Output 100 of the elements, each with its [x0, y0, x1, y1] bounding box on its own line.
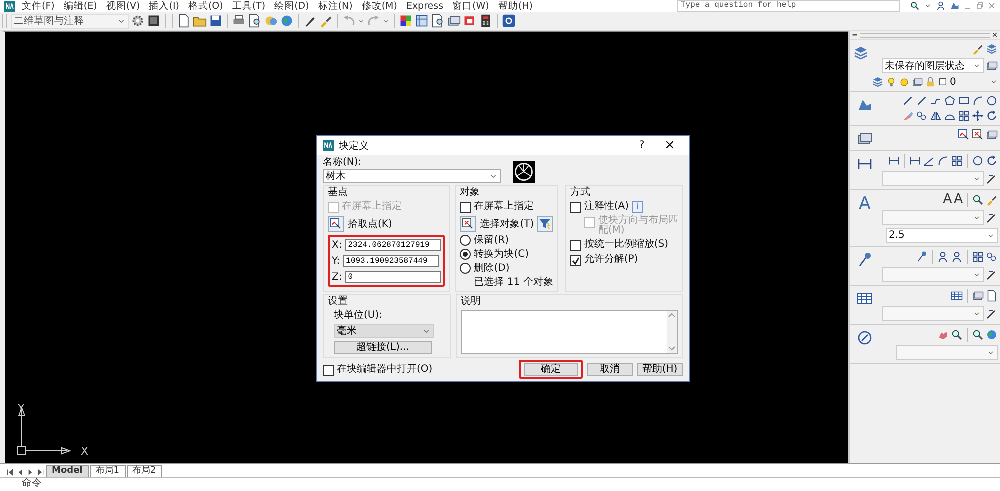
- caret-icon[interactable]: [383, 18, 390, 24]
- sun-icon[interactable]: [899, 76, 910, 88]
- table-icon[interactable]: [857, 291, 873, 307]
- text-icon[interactable]: A: [859, 195, 871, 213]
- dialog-button[interactable]: 取消: [587, 363, 633, 376]
- radio-button[interactable]: [460, 263, 472, 274]
- text-button[interactable]: A: [943, 193, 952, 207]
- search-icon[interactable]: [910, 1, 920, 11]
- help-button[interactable]: ?: [632, 140, 652, 151]
- layers-icon[interactable]: [872, 76, 884, 88]
- grid-icon[interactable]: [951, 155, 963, 167]
- text-button[interactable]: A: [954, 193, 963, 207]
- mirror-icon[interactable]: [930, 110, 942, 122]
- dimension-icon[interactable]: [888, 155, 900, 167]
- dialog-button[interactable]: 帮助(H): [637, 363, 683, 376]
- name-combobox[interactable]: 树木: [323, 169, 501, 183]
- leader-icon[interactable]: [857, 252, 873, 268]
- checkbox[interactable]: [570, 240, 582, 251]
- quick-select-button[interactable]: [537, 216, 554, 232]
- pick-point-button[interactable]: [328, 216, 344, 232]
- checkbox[interactable]: [323, 364, 334, 376]
- calculator-icon[interactable]: [479, 14, 493, 28]
- move-icon[interactable]: [972, 110, 984, 122]
- person-icon[interactable]: [936, 1, 946, 11]
- leader-icon[interactable]: [916, 251, 928, 263]
- menu-item[interactable]: 工具(T): [232, 0, 266, 12]
- restore-icon[interactable]: [976, 2, 984, 10]
- menu-item[interactable]: Express: [406, 0, 444, 12]
- menu-item[interactable]: 插入(I): [149, 0, 180, 12]
- checkbox[interactable]: [570, 255, 582, 266]
- folder-icon[interactable]: [193, 14, 207, 28]
- info-icon[interactable]: i: [632, 201, 643, 213]
- help-icon[interactable]: [502, 14, 516, 28]
- circle-icon[interactable]: [972, 155, 984, 167]
- stack-icon[interactable]: [447, 14, 461, 28]
- menu-item[interactable]: 标注(N): [318, 0, 353, 12]
- rectangle-icon[interactable]: [958, 95, 970, 107]
- zoom-icon[interactable]: [951, 329, 963, 341]
- last-tab-icon[interactable]: [36, 468, 45, 477]
- table-icon[interactable]: [951, 290, 963, 302]
- sheet-icon[interactable]: [415, 14, 429, 28]
- checkbox[interactable]: [460, 202, 472, 213]
- zoom-icon[interactable]: [972, 329, 984, 341]
- rotate-icon[interactable]: [986, 155, 998, 167]
- array-icon[interactable]: [958, 110, 970, 122]
- palette-icon[interactable]: [399, 14, 413, 28]
- find-icon[interactable]: [972, 194, 984, 206]
- caret-icon[interactable]: [990, 78, 998, 86]
- layout-tab[interactable]: 布局1: [90, 465, 126, 477]
- dropdown[interactable]: 2.5: [886, 228, 998, 243]
- preview-icon[interactable]: [248, 14, 262, 28]
- radio-button[interactable]: [460, 235, 472, 246]
- checkbox[interactable]: [570, 202, 582, 213]
- first-tab-icon[interactable]: [6, 468, 15, 477]
- next-tab-icon[interactable]: [26, 468, 35, 477]
- select-objects-button[interactable]: [460, 216, 476, 232]
- layout-tab[interactable]: Model: [46, 465, 89, 477]
- angle-icon[interactable]: [923, 155, 935, 167]
- line-icon[interactable]: [916, 95, 928, 107]
- coordinate-field[interactable]: 2324.062870127919: [345, 239, 442, 251]
- help-search-field[interactable]: Type a question for help: [677, 0, 900, 12]
- window-icon[interactable]: [463, 14, 477, 28]
- dimension-icon[interactable]: [857, 156, 873, 172]
- caret-icon[interactable]: [358, 18, 365, 24]
- workspace-dropdown[interactable]: 二维草图与注释: [11, 14, 129, 28]
- dimension-icon[interactable]: [909, 155, 921, 167]
- gear-icon[interactable]: [131, 14, 145, 28]
- description-field[interactable]: [461, 310, 678, 354]
- circle-icon[interactable]: [986, 95, 998, 107]
- menu-item[interactable]: 文件(F): [22, 0, 55, 12]
- layout-tab[interactable]: 布局2: [126, 465, 162, 477]
- dropdown[interactable]: 未保存的图层状态: [882, 58, 984, 73]
- layers-icon[interactable]: [853, 45, 869, 61]
- lightbulb-icon[interactable]: [886, 76, 897, 88]
- hyperlink-button[interactable]: 超链接(L)...: [334, 341, 432, 354]
- radio-button[interactable]: [460, 249, 472, 260]
- color-square-icon[interactable]: [938, 77, 948, 87]
- unit-dropdown[interactable]: 毫米: [334, 324, 434, 338]
- document-icon[interactable]: [431, 14, 445, 28]
- caret-icon[interactable]: [924, 2, 932, 10]
- save-icon[interactable]: [209, 14, 223, 28]
- menu-item[interactable]: 帮助(H): [498, 0, 533, 12]
- globe-icon[interactable]: [280, 14, 294, 28]
- coordinate-field[interactable]: 0: [345, 271, 442, 283]
- minimize-icon[interactable]: [852, 32, 858, 38]
- arc-icon[interactable]: [972, 95, 984, 107]
- menu-item[interactable]: 修改(M): [362, 0, 398, 12]
- polygon-icon[interactable]: [944, 95, 956, 107]
- menu-item[interactable]: 窗口(W): [452, 0, 490, 12]
- menu-item[interactable]: 视图(V): [106, 0, 140, 12]
- brush-icon[interactable]: [319, 14, 333, 28]
- line-icon[interactable]: [902, 95, 914, 107]
- coordinate-field[interactable]: 1093.190923587449: [343, 255, 440, 267]
- menu-item[interactable]: 编辑(E): [64, 0, 98, 12]
- arc-icon[interactable]: [937, 155, 949, 167]
- new-document-icon[interactable]: [177, 14, 191, 28]
- prev-tab-icon[interactable]: [16, 468, 25, 477]
- dialog-button[interactable]: 确定: [524, 363, 578, 376]
- layers-icon[interactable]: [986, 43, 998, 55]
- close-button[interactable]: ×: [657, 138, 683, 153]
